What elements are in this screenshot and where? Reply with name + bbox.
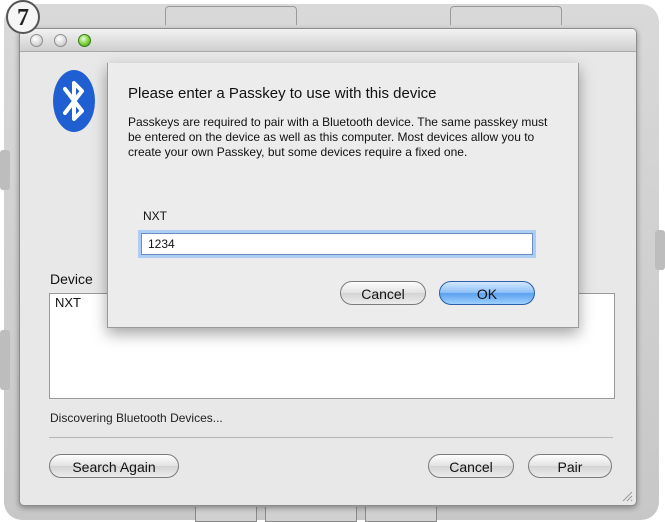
bottom-tab-2 xyxy=(265,507,357,522)
top-tab xyxy=(165,6,297,25)
search-again-button[interactable]: Search Again xyxy=(49,454,179,478)
sheet-description: Passkeys are required to pair with a Blu… xyxy=(128,115,548,159)
passkey-input[interactable] xyxy=(141,233,533,255)
bluetooth-icon xyxy=(53,70,95,132)
passkey-sheet: Please enter a Passkey to use with this … xyxy=(107,63,579,328)
devices-label: Device xyxy=(50,271,93,287)
passkey-field-label: NXT xyxy=(143,209,167,223)
sheet-cancel-button[interactable]: Cancel xyxy=(340,281,426,305)
close-icon[interactable] xyxy=(30,34,43,47)
sheet-title: Please enter a Passkey to use with this … xyxy=(128,85,437,102)
bottom-tab-3 xyxy=(365,507,437,522)
pair-button[interactable]: Pair xyxy=(528,454,612,478)
cancel-button[interactable]: Cancel xyxy=(428,454,514,478)
status-text: Discovering Bluetooth Devices... xyxy=(50,411,223,425)
bluetooth-setup-window: earch and Device NXT Discovering Bluetoo… xyxy=(19,28,637,506)
ok-button[interactable]: OK xyxy=(439,281,535,305)
top-tab-right xyxy=(450,6,562,25)
side-tab-right xyxy=(655,230,665,270)
zoom-icon[interactable] xyxy=(78,34,91,47)
side-tab-left xyxy=(0,150,10,190)
bottom-tab xyxy=(195,507,257,522)
side-tab-left-lower xyxy=(0,330,10,390)
resize-grip-icon[interactable] xyxy=(621,490,633,502)
title-bar[interactable] xyxy=(20,29,636,52)
step-number-badge: 7 xyxy=(6,0,40,34)
divider xyxy=(49,437,613,438)
minimize-icon[interactable] xyxy=(54,34,67,47)
